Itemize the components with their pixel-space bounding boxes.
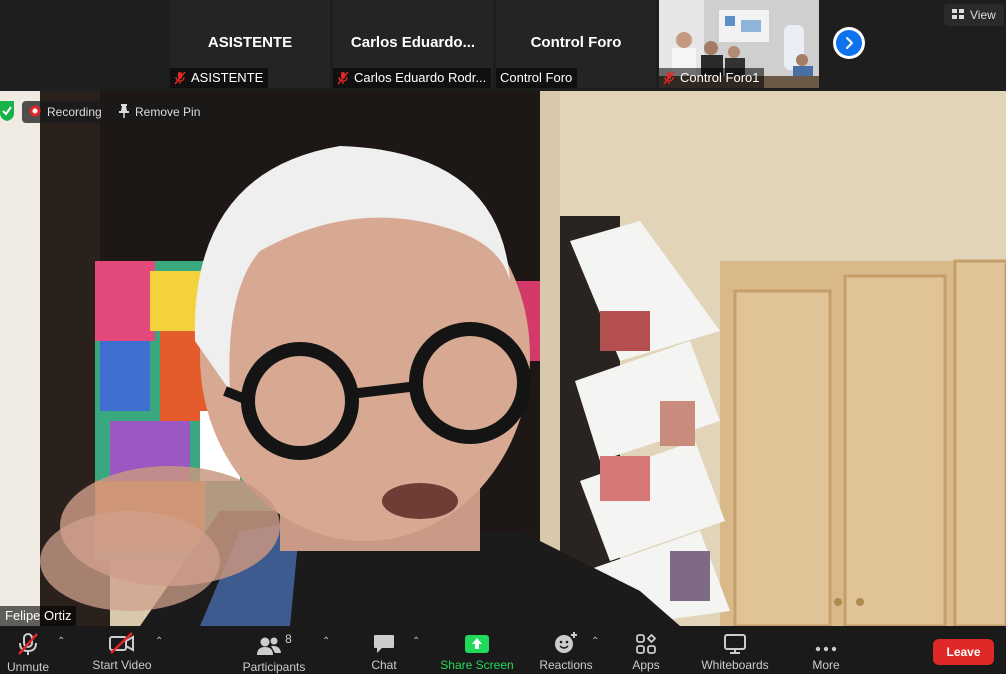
chat-label: Chat [371, 658, 397, 672]
view-button[interactable]: View [944, 4, 1004, 26]
participant-label: Control Foro1 [659, 68, 765, 88]
participant-tile-asistente[interactable]: ASISTENTE ASISTENTE [170, 0, 330, 88]
leave-button[interactable]: Leave [933, 639, 994, 665]
participant-tile-control-foro[interactable]: Control Foro Control Foro [496, 0, 656, 88]
reactions-label: Reactions [539, 658, 593, 672]
participant-label-text: Control Foro [500, 70, 573, 85]
remove-pin-label: Remove Pin [135, 105, 201, 119]
speaker-name-tag: Felipe Ortiz [0, 606, 77, 626]
mic-muted-icon [337, 71, 349, 85]
mic-muted-icon [663, 71, 675, 85]
audio-options-caret[interactable]: ⌃ [57, 636, 65, 647]
participant-name: ASISTENTE [207, 34, 293, 51]
participants-options-caret[interactable]: ⌃ [322, 636, 330, 647]
reactions-options-caret[interactable]: ⌃ [591, 636, 599, 647]
participant-name: Carlos Eduardo... [350, 34, 476, 51]
whiteboards-label: Whiteboards [701, 658, 769, 672]
more-label: More [812, 658, 840, 672]
participant-label-text: ASISTENTE [191, 70, 264, 85]
shield-check-icon [0, 100, 16, 124]
chat-options-caret[interactable]: ⌃ [412, 636, 420, 647]
recording-label: Recording [47, 105, 102, 119]
participant-label: Carlos Eduardo Rodr... [333, 68, 492, 88]
apps-button[interactable]: Apps [628, 626, 664, 672]
share-screen-label: Share Screen [440, 658, 514, 672]
meeting-toolbar: Unmute ⌃ Start Video ⌃ 8 Participants ⌃ … [0, 626, 1006, 674]
participants-button[interactable]: 8 Participants [238, 626, 310, 674]
participant-label-text: Control Foro1 [680, 70, 760, 85]
mic-muted-icon [174, 71, 186, 85]
active-speaker-video: Recording Remove Pin [0, 91, 1006, 626]
share-screen-button[interactable]: Share Screen [440, 626, 514, 672]
apps-grid-icon [636, 632, 656, 654]
more-button[interactable]: More [806, 626, 846, 672]
chat-bubble-icon [373, 632, 395, 654]
participant-label: ASISTENTE [170, 68, 269, 88]
video-frame [0, 91, 1006, 626]
participant-label: Control Foro [496, 68, 578, 88]
gallery-strip: ASISTENTE ASISTENTE Carlos Eduardo... Ca… [0, 0, 1006, 91]
remove-pin-button[interactable]: Remove Pin [112, 101, 208, 123]
mic-muted-icon [17, 632, 39, 656]
recording-indicator[interactable]: Recording [22, 101, 109, 123]
view-label: View [970, 8, 996, 22]
chat-button[interactable]: Chat [364, 626, 404, 672]
participant-label-text: Carlos Eduardo Rodr... [354, 70, 487, 85]
participant-tile-carlos[interactable]: Carlos Eduardo... Carlos Eduardo Rodr... [333, 0, 493, 88]
smiley-plus-icon [554, 632, 578, 654]
whiteboard-icon [724, 632, 746, 654]
reactions-button[interactable]: Reactions [536, 626, 596, 672]
chevron-right-icon [836, 30, 862, 56]
record-dot-icon [29, 105, 41, 120]
video-options-caret[interactable]: ⌃ [155, 636, 163, 647]
grid-icon [952, 8, 964, 22]
next-page-button[interactable] [833, 27, 865, 59]
participants-count: 8 [285, 632, 292, 646]
participant-name: Control Foro [530, 34, 622, 51]
participants-icon: 8 [256, 632, 292, 656]
whiteboards-button[interactable]: Whiteboards [698, 626, 772, 672]
start-video-label: Start Video [92, 658, 152, 672]
pin-icon [119, 103, 129, 121]
security-indicator[interactable] [0, 100, 16, 124]
unmute-button[interactable]: Unmute [4, 626, 52, 674]
share-screen-icon [465, 632, 489, 654]
apps-label: Apps [632, 658, 660, 672]
video-off-icon [109, 632, 135, 654]
more-dots-icon [815, 632, 837, 654]
start-video-button[interactable]: Start Video [88, 626, 156, 672]
participant-tile-control-foro1[interactable]: Control Foro1 [659, 0, 819, 88]
